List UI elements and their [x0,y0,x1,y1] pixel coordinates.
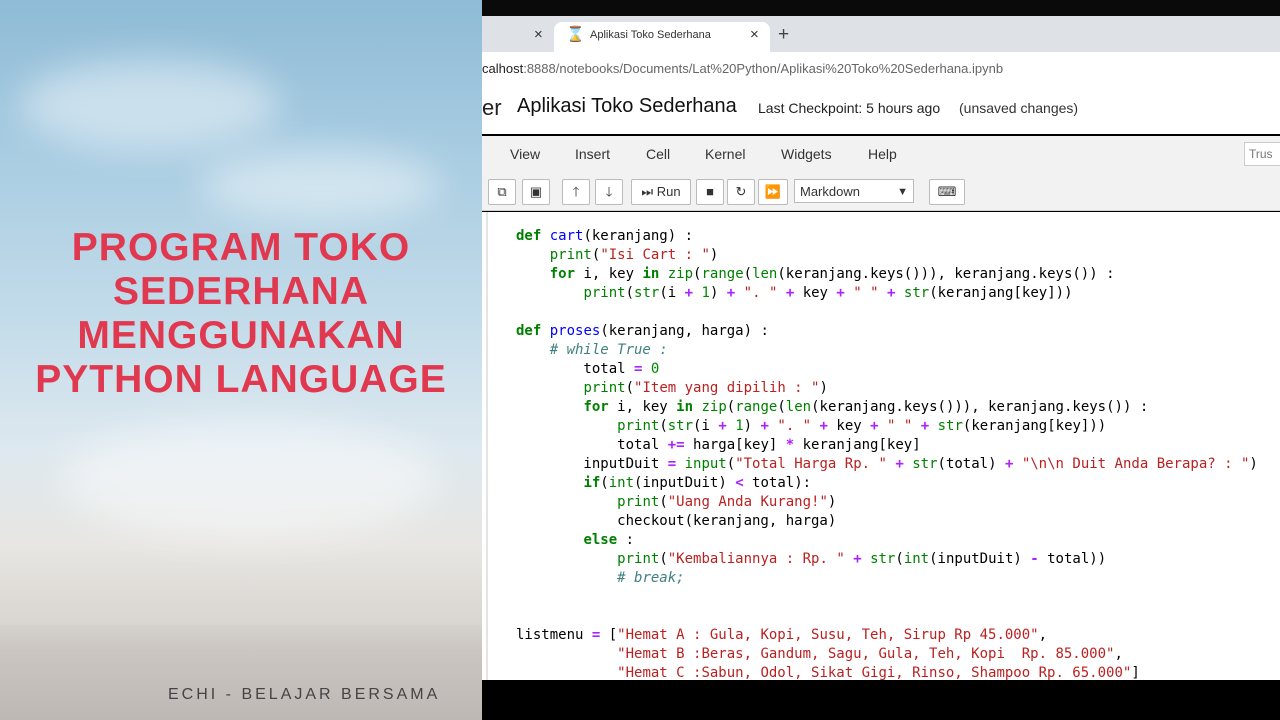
code-line[interactable]: checkout(keranjang, harga) [516,513,836,529]
code-line[interactable]: print("Kembaliannya : Rp. " + str(int(in… [516,551,1106,567]
browser-window: × ⌛ Aplikasi Toko Sederhana × + calhost:… [482,0,1280,720]
trusted-indicator[interactable]: Trus [1244,142,1280,166]
code-line[interactable]: for i, key in zip(range(len(keranjang.ke… [516,266,1115,282]
move-down-button[interactable]: 🡓 [595,179,623,205]
menu-bar: View Insert Cell Kernel Widgets Help Tru… [482,136,1280,173]
notebook-toolbar: ⧉ ▣ 🡑 🡓 ⏭ Run ■ ↻ ⏩ Markdown ▼ ⌨ [482,172,1280,211]
unsaved-status: (unsaved changes) [959,100,1079,116]
menu-kernel[interactable]: Kernel [705,146,745,162]
keyboard-icon: ⌨ [937,184,957,199]
code-line[interactable]: listmenu = ["Hemat A : Gula, Kopi, Susu,… [516,627,1047,643]
code-line[interactable]: print("Item yang dipilih : ") [516,380,827,396]
cell-type-value: Markdown [800,184,860,199]
cloud-decoration [200,150,440,220]
code-line[interactable]: for i, key in zip(range(len(keranjang.ke… [516,399,1148,415]
cloud-decoration [60,420,440,540]
promo-title-line: MENGGUNAKAN [77,314,405,357]
code-cell[interactable]: def cart(keranjang) : print("Isi Cart : … [482,212,1280,680]
close-icon[interactable]: × [534,26,543,43]
promo-title: PROGRAM TOKO SEDERHANA MENGGUNAKAN PYTHO… [0,226,482,402]
code-line[interactable]: "Hemat C :Sabun, Odol, Sikat Gigi, Rinso… [516,665,1140,680]
restart-run-all-button[interactable]: ⏩ [758,179,788,205]
url-path: :8888/notebooks/Documents/Lat%20Python/A… [523,61,1004,76]
tab-bar: × ⌛ Aplikasi Toko Sederhana × + [482,16,1280,52]
code-line[interactable]: print(str(i + 1) + ". " + key + " " + st… [516,418,1106,434]
menu-view[interactable]: View [510,146,540,162]
restart-icon: ↻ [735,184,747,199]
arrow-up-icon: 🡑 [572,184,580,199]
restart-button[interactable]: ↻ [727,179,755,205]
url-text[interactable]: calhost:8888/notebooks/Documents/Lat%20P… [482,61,1003,76]
menu-cell[interactable]: Cell [646,146,670,162]
paste-icon: ▣ [529,184,543,199]
promo-title-line: PYTHON LANGUAGE [35,358,447,401]
checkpoint-status: Last Checkpoint: 5 hours ago [758,100,941,116]
bottom-frame [482,680,1280,720]
code-line[interactable]: if(int(inputDuit) < total): [516,475,811,491]
tab-active[interactable]: ⌛ Aplikasi Toko Sederhana × [554,22,770,52]
notebook-title[interactable]: Aplikasi Toko Sederhana [517,95,737,118]
copy-icon: ⧉ [497,184,507,199]
chevron-down-icon: ▼ [897,186,908,198]
fast-forward-icon: ⏩ [764,184,782,199]
tab-previous[interactable]: × [482,22,554,52]
paste-cell-button[interactable]: ▣ [522,179,550,205]
notebook-header: er Aplikasi Toko Sederhana Last Checkpoi… [482,86,1280,134]
address-bar[interactable]: calhost:8888/notebooks/Documents/Lat%20P… [482,52,1280,87]
close-icon[interactable]: × [750,26,759,43]
arrow-down-icon: 🡓 [605,184,613,199]
code-line[interactable]: # while True : [516,342,668,358]
code-line[interactable]: # break; [516,570,684,586]
code-line[interactable]: else : [516,532,634,548]
code-line[interactable]: def cart(keranjang) : [516,228,693,244]
promo-credit: ECHI - BELAJAR BERSAMA [168,686,441,703]
menu-insert[interactable]: Insert [575,146,610,162]
copy-cell-button[interactable]: ⧉ [488,179,516,205]
code-line[interactable]: def proses(keranjang, harga) : [516,323,769,339]
cell-type-select[interactable]: Markdown ▼ [794,179,914,203]
jupyter-logo[interactable]: er [482,95,502,121]
code-line[interactable]: "Hemat B :Beras, Gandum, Sagu, Gula, Teh… [516,646,1123,662]
code-line[interactable]: total += harga[key] * keranjang[key] [516,437,920,453]
code-line[interactable]: print("Isi Cart : ") [516,247,719,263]
run-label: Run [656,184,681,199]
promo-title-line: PROGRAM TOKO [71,226,411,269]
url-host: calhost [482,61,524,76]
command-palette-button[interactable]: ⌨ [929,179,965,205]
menu-widgets[interactable]: Widgets [781,146,832,162]
code-line[interactable]: total = 0 [516,361,659,377]
hourglass-icon: ⌛ [566,26,585,43]
tab-label: Aplikasi Toko Sederhana [590,29,711,41]
run-button[interactable]: ⏭ Run [631,179,691,205]
interrupt-button[interactable]: ■ [696,179,724,205]
code-line[interactable]: print(str(i + 1) + ". " + key + " " + st… [516,285,1072,301]
stop-icon: ■ [706,184,714,199]
new-tab-button[interactable]: + [778,24,789,46]
run-icon: ⏭ [641,184,654,199]
top-frame [482,0,1280,16]
code-line[interactable]: print("Uang Anda Kurang!") [516,494,836,510]
cloud-decoration [20,60,280,150]
code-line[interactable]: inputDuit = input("Total Harga Rp. " + s… [516,456,1257,472]
promo-title-line: SEDERHANA [112,270,370,313]
cell-border [486,212,488,680]
landscape-decoration [0,625,482,720]
move-up-button[interactable]: 🡑 [562,179,590,205]
promo-panel: PROGRAM TOKO SEDERHANA MENGGUNAKAN PYTHO… [0,0,482,720]
menu-help[interactable]: Help [868,146,897,162]
